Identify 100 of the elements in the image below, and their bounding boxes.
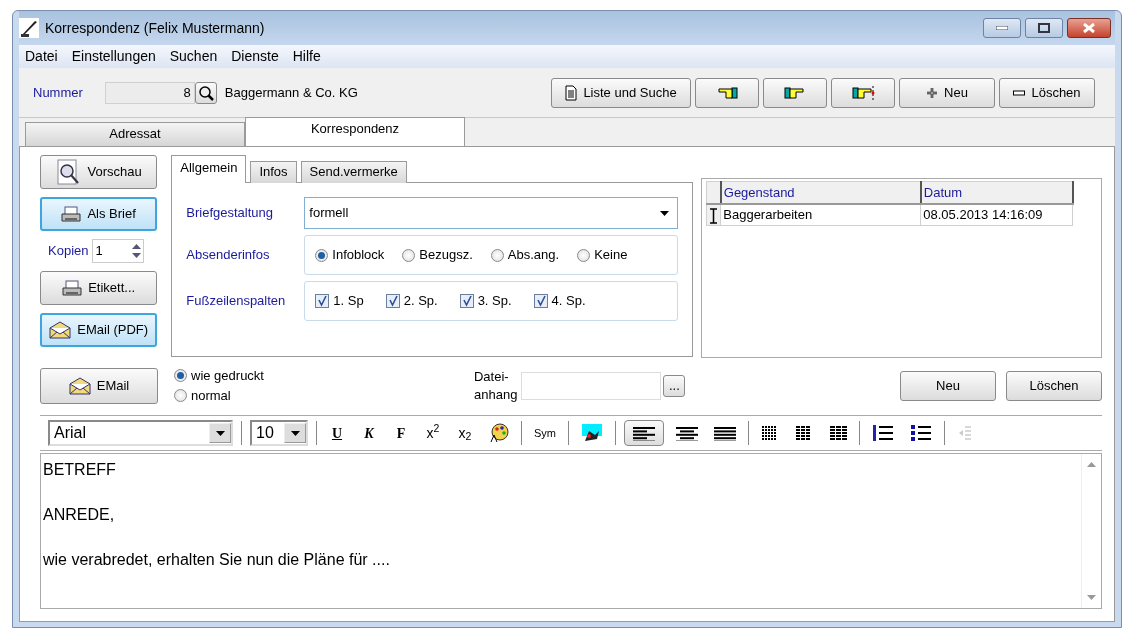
maximize-button[interactable] (1025, 18, 1063, 38)
table-icon (761, 425, 779, 441)
list-search-button[interactable]: Liste und Suche (551, 77, 691, 108)
plus-icon (926, 86, 939, 99)
new-button[interactable]: Neu (900, 370, 996, 401)
numbered-list-icon (872, 424, 894, 442)
checkbox-option[interactable]: 1. Sp (315, 291, 364, 311)
column-header[interactable]: Datum (920, 181, 1073, 204)
minimize-button[interactable] (983, 18, 1021, 38)
browse-button[interactable]: ... (663, 374, 686, 397)
new-button[interactable]: Neu (899, 77, 995, 108)
bold-button[interactable]: F (389, 420, 413, 446)
number-field[interactable]: 8 (104, 81, 195, 104)
text-paragraph: ANREDE, (43, 505, 116, 525)
envelope-icon (68, 376, 91, 395)
tab[interactable]: Allgemein (171, 155, 247, 183)
radio-option[interactable]: Bezugsz. (402, 245, 473, 265)
outdent-icon (958, 424, 972, 442)
menu-item[interactable]: Dienste (231, 46, 279, 67)
envelope-icon (49, 321, 72, 339)
checkmark-icon (386, 295, 399, 307)
attachment-field[interactable] (521, 371, 662, 400)
dropdown-arrow-icon[interactable] (660, 210, 670, 216)
text-paragraph: wie verabredet, erhalten Sie nun die Pläne für .... (43, 550, 391, 570)
align-left-icon (633, 425, 655, 441)
side-button[interactable]: Als Brief (40, 197, 158, 231)
side-button[interactable]: EMail (PDF) (40, 313, 158, 347)
search-icon (197, 84, 214, 101)
checkbox-option[interactable]: 2. Sp. (385, 291, 438, 311)
text-paragraph: BETREFF (43, 460, 117, 480)
scroll-down-icon[interactable] (1087, 595, 1096, 600)
close-icon (1083, 23, 1095, 33)
maximize-icon (1038, 23, 1050, 33)
italic-button[interactable]: K (357, 420, 381, 446)
printer-icon (62, 279, 83, 297)
layout-dropdown[interactable]: formell (304, 197, 679, 229)
dropdown-arrow-icon[interactable] (215, 430, 225, 436)
spin-down-icon[interactable] (132, 253, 142, 258)
underline-button[interactable]: U (325, 420, 349, 446)
superscript-button[interactable]: x$^{2}$ (421, 420, 445, 446)
close-button[interactable] (1067, 18, 1111, 38)
pointing-hand-icon (851, 84, 875, 101)
column-header[interactable]: Gegenstand (720, 181, 921, 204)
font-dropdown[interactable]: Arial (48, 420, 233, 446)
spin-up-icon[interactable] (132, 244, 142, 249)
last-button[interactable] (831, 77, 895, 108)
image-icon (581, 423, 603, 443)
company-name: Baggermann & Co. KG (224, 83, 358, 102)
palette-icon (489, 423, 509, 443)
delete-button[interactable]: Löschen (999, 77, 1095, 108)
menu-item[interactable]: Einstellungen (71, 46, 156, 67)
tab[interactable]: Infos (250, 161, 297, 183)
window-title: Korrespondenz (Felix Mustermann) (45, 18, 265, 38)
align-left-button[interactable] (624, 420, 664, 446)
subscript-button[interactable]: x$_{2}$ (453, 420, 477, 446)
copies-spinner[interactable]: 1 (92, 239, 145, 263)
attachment-label: Datei- anhang (474, 367, 518, 404)
align-center-icon (676, 425, 698, 441)
minus-icon (1013, 89, 1026, 96)
justify-icon (714, 425, 736, 441)
previous-button[interactable] (695, 77, 759, 108)
field-label: Absenderinfos (186, 246, 271, 265)
side-button[interactable]: Vorschau (40, 155, 158, 189)
checkbox-option[interactable]: 3. Sp. (459, 291, 512, 311)
size-dropdown[interactable]: 10 (250, 420, 308, 446)
checkmark-icon (534, 295, 547, 307)
delete-button[interactable]: Löschen (1006, 370, 1102, 401)
copies-label: Kopien (48, 242, 89, 261)
pointing-hand-icon (715, 84, 739, 101)
symbol-button[interactable]: Sym (530, 420, 560, 446)
checkmark-icon (460, 295, 473, 307)
menu-item[interactable]: Hilfe (292, 46, 321, 67)
minimize-icon (996, 26, 1008, 30)
scroll-up-icon[interactable] (1087, 462, 1096, 467)
table-cell: 08.05.2013 14:16:09 (920, 203, 1073, 226)
field-label: Briefgestaltung (186, 204, 275, 223)
menu-item[interactable]: Datei (25, 46, 58, 67)
menu-item[interactable]: Suchen (169, 46, 218, 67)
dropdown-arrow-icon[interactable] (290, 430, 300, 436)
radio-option[interactable]: normal (174, 385, 264, 405)
radio-option[interactable]: Keine (577, 245, 628, 265)
printer-icon (61, 205, 82, 223)
tab[interactable]: Korrespondenz (245, 117, 465, 146)
quill-icon (19, 18, 39, 38)
table-icon (795, 425, 813, 441)
email-button[interactable]: EMail (40, 367, 158, 404)
magnifier-document-icon (55, 159, 82, 185)
document-icon (565, 84, 578, 101)
text-editor[interactable]: BETREFF ANREDE, wie verabredet, erhalten Sie nun die Pläne für .... (40, 453, 1102, 609)
checkbox-option[interactable]: 4. Sp. (533, 291, 586, 311)
next-button[interactable] (763, 77, 827, 108)
field-label: Fußzeilenspalten (186, 292, 287, 311)
side-button[interactable]: Etikett... (40, 271, 158, 305)
table-icon (829, 425, 847, 441)
tab[interactable]: Send.vermerke (300, 161, 407, 183)
radio-option[interactable]: wie gedruckt (174, 366, 264, 386)
radio-option[interactable]: Abs.ang. (490, 245, 560, 265)
radio-option[interactable]: Infoblock (315, 245, 385, 265)
search-button[interactable] (194, 81, 217, 104)
tab[interactable]: Adressat (25, 122, 245, 146)
